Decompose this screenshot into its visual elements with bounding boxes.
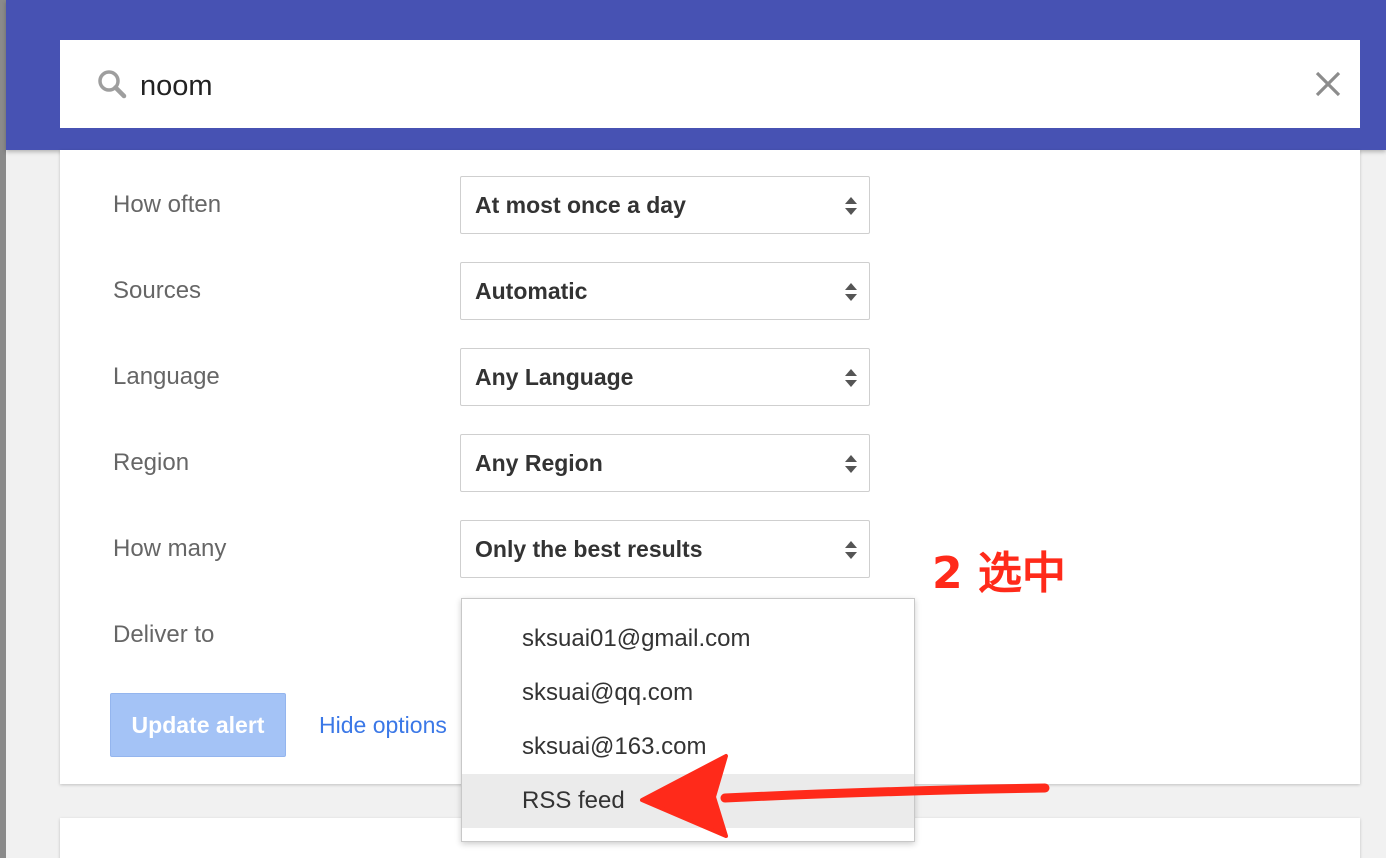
how-often-select[interactable]: At most once a day <box>460 176 870 234</box>
close-icon[interactable] <box>1314 70 1342 98</box>
language-value: Any Language <box>475 364 634 390</box>
search-icon <box>98 70 127 99</box>
region-label: Region <box>113 449 190 476</box>
select-arrows-icon <box>845 369 857 387</box>
page: noom How often At most once a day Source… <box>0 0 1386 858</box>
how-often-label: How often <box>113 191 222 218</box>
how-often-value: At most once a day <box>475 192 686 218</box>
sources-label: Sources <box>113 277 202 304</box>
select-arrows-icon <box>845 283 857 301</box>
search-input[interactable]: noom <box>140 68 213 104</box>
how-many-label: How many <box>113 535 227 562</box>
select-arrows-icon <box>845 197 857 215</box>
annotation-text: 2 选中 <box>932 548 1066 599</box>
deliver-option-gmail[interactable]: sksuai01@gmail.com <box>462 612 914 666</box>
annotation-arrow-icon <box>640 754 1050 838</box>
search-box[interactable]: noom <box>60 40 1360 128</box>
how-many-value: Only the best results <box>475 536 703 562</box>
select-arrows-icon <box>845 455 857 473</box>
select-arrows-icon <box>845 541 857 559</box>
language-select[interactable]: Any Language <box>460 348 870 406</box>
deliver-option-qq[interactable]: sksuai@qq.com <box>462 666 914 720</box>
hide-options-link[interactable]: Hide options <box>319 710 447 740</box>
deliver-to-label: Deliver to <box>113 621 215 648</box>
how-many-select[interactable]: Only the best results <box>460 520 870 578</box>
sources-select[interactable]: Automatic <box>460 262 870 320</box>
sources-value: Automatic <box>475 278 588 304</box>
language-label: Language <box>113 363 220 390</box>
update-alert-button[interactable]: Update alert <box>110 693 286 757</box>
region-select[interactable]: Any Region <box>460 434 870 492</box>
region-value: Any Region <box>475 450 603 476</box>
